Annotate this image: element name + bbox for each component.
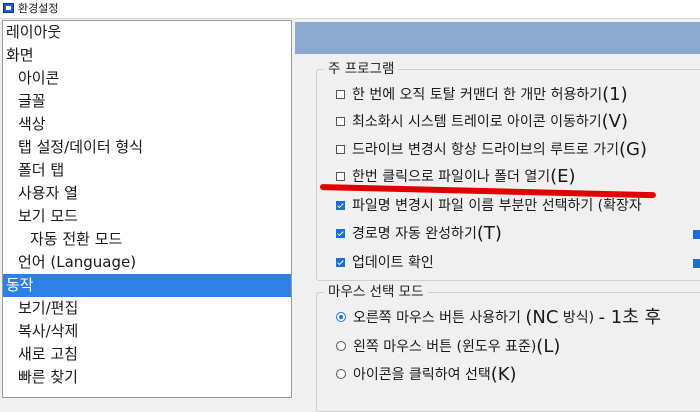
- option-label: 드라이브 변경시 항상 드라이브의 루트로 가기: [352, 142, 619, 158]
- main-program-group-title: 주 프로그램: [324, 61, 399, 77]
- nav-item-view-edit[interactable]: 보기/편집: [3, 297, 291, 320]
- option-path-autocomplete[interactable]: 경로명 자동 완성하기(T): [336, 223, 502, 245]
- option-label: 방식): [558, 310, 599, 326]
- nav-item-label: 화면: [6, 46, 34, 64]
- option-label: 파일명 변경시 파일 이름 부분만 선택하기 (확장자: [352, 198, 642, 214]
- checkbox-partial[interactable]: [693, 259, 700, 268]
- nav-item-fonts[interactable]: 글꼴: [3, 90, 291, 113]
- title-bar: 환경설정: [0, 0, 700, 19]
- radio-selected[interactable]: [336, 312, 346, 322]
- nav-item-label: 레이아웃: [6, 23, 62, 41]
- settings-nav-tree[interactable]: 레이아웃 화면 아이콘 글꼴 색상 탭 설정/데이터 형식 폴더 탭 사용자 열…: [2, 20, 292, 398]
- window-title: 환경설정: [18, 2, 59, 15]
- nav-item-tabs-data-format[interactable]: 탭 설정/데이터 형식: [3, 136, 291, 159]
- checkbox-checked[interactable]: [336, 257, 345, 267]
- nav-item-label: 폴더 탭: [18, 161, 65, 179]
- option-single-instance[interactable]: 한 번에 오직 토탈 커맨더 한 개만 허용하기(1): [336, 84, 628, 106]
- option-hotkey: (V): [601, 111, 628, 132]
- option-label: 경로명 자동 완성하기: [352, 226, 477, 242]
- option-label: 최소화시 시스템 트레이로 아이콘 이동하기: [352, 114, 602, 130]
- option-label: 한 번에 오직 토탈 커맨더 한 개만 허용하기: [352, 87, 603, 103]
- option-right-mouse-button[interactable]: 오른쪽 마우스 버튼 사용하기 (NC 방식) - 1초 후: [336, 307, 661, 329]
- nav-item-label: 새로 고침: [18, 345, 78, 363]
- nav-item-label: 아이콘: [18, 69, 60, 87]
- option-hotkey: (G): [618, 139, 647, 160]
- nav-item-colors[interactable]: 색상: [3, 113, 291, 136]
- nav-item-label: 보기 모드: [18, 207, 78, 225]
- option-label: 아이콘을 클릭하여 선택: [353, 367, 491, 383]
- checkbox-partial[interactable]: [693, 230, 700, 239]
- nav-item-label: 복사/삭제: [18, 322, 79, 340]
- option-drive-root[interactable]: 드라이브 변경시 항상 드라이브의 루트로 가기(G): [336, 139, 647, 161]
- nav-item-label: 탭 설정/데이터 형식: [18, 138, 143, 156]
- option-hotkey: (T): [476, 223, 502, 244]
- checkbox-checked[interactable]: [336, 228, 345, 238]
- option-label-tail: - 1초 후: [598, 307, 662, 328]
- option-label-em: (NC: [525, 307, 559, 328]
- nav-item-label: 색상: [18, 115, 46, 133]
- nav-item-view-mode[interactable]: 보기 모드: [3, 205, 291, 228]
- app-icon: [3, 3, 14, 13]
- option-check-updates[interactable]: 업데이트 확인: [336, 252, 434, 274]
- nav-item-refresh[interactable]: 새로 고침: [3, 343, 291, 366]
- radio[interactable]: [336, 369, 346, 379]
- nav-item-icons[interactable]: 아이콘: [3, 67, 291, 90]
- option-hotkey: (1): [602, 84, 628, 105]
- option-label: 오른쪽 마우스 버튼 사용하기: [353, 310, 526, 326]
- nav-item-label: 언어 (Language): [18, 253, 137, 271]
- checkbox-checked[interactable]: [336, 200, 345, 210]
- nav-item-label: 글꼴: [18, 92, 46, 110]
- nav-item-quick-search[interactable]: 빠른 찾기: [3, 366, 291, 389]
- nav-item-custom-columns[interactable]: 사용자 열: [3, 182, 291, 205]
- radio[interactable]: [336, 341, 346, 351]
- option-label: 업데이트 확인: [352, 255, 434, 271]
- nav-item-operation[interactable]: 동작: [3, 274, 291, 297]
- option-left-mouse-button[interactable]: 왼쪽 마우스 버튼 (윈도우 표준)(L): [336, 336, 560, 358]
- nav-item-auto-switch-mode[interactable]: 자동 전환 모드: [3, 228, 291, 251]
- nav-item-display[interactable]: 화면: [3, 44, 291, 67]
- option-label: 왼쪽 마우스 버튼 (윈도우 표준): [353, 339, 537, 355]
- nav-item-copy-delete[interactable]: 복사/삭제: [3, 320, 291, 343]
- nav-item-label: 동작: [6, 276, 34, 294]
- option-label: 한번 클릭으로 파일이나 폴더 열기: [352, 169, 551, 185]
- checkbox[interactable]: [336, 171, 345, 181]
- page-header-banner: [295, 22, 700, 54]
- nav-item-folder-tabs[interactable]: 폴더 탭: [3, 159, 291, 182]
- nav-item-label: 자동 전환 모드: [30, 230, 123, 248]
- option-minimize-to-tray[interactable]: 최소화시 시스템 트레이로 아이콘 이동하기(V): [336, 111, 628, 133]
- nav-item-layout[interactable]: 레이아웃: [3, 21, 291, 44]
- nav-item-language[interactable]: 언어 (Language): [3, 251, 291, 274]
- option-hotkey: (K): [490, 364, 517, 385]
- checkbox[interactable]: [336, 116, 345, 126]
- option-rename-name-only[interactable]: 파일명 변경시 파일 이름 부분만 선택하기 (확장자: [336, 195, 642, 217]
- nav-item-label: 빠른 찾기: [18, 368, 78, 386]
- option-hotkey: (E): [550, 166, 576, 187]
- mouse-selection-mode-title: 마우스 선택 모드: [324, 284, 428, 300]
- option-hotkey: (L): [536, 336, 561, 357]
- option-click-icon-select[interactable]: 아이콘을 클릭하여 선택(K): [336, 364, 517, 386]
- nav-item-label: 사용자 열: [18, 184, 78, 202]
- nav-item-label: 보기/편집: [18, 299, 79, 317]
- checkbox[interactable]: [336, 144, 345, 154]
- checkbox[interactable]: [336, 89, 345, 99]
